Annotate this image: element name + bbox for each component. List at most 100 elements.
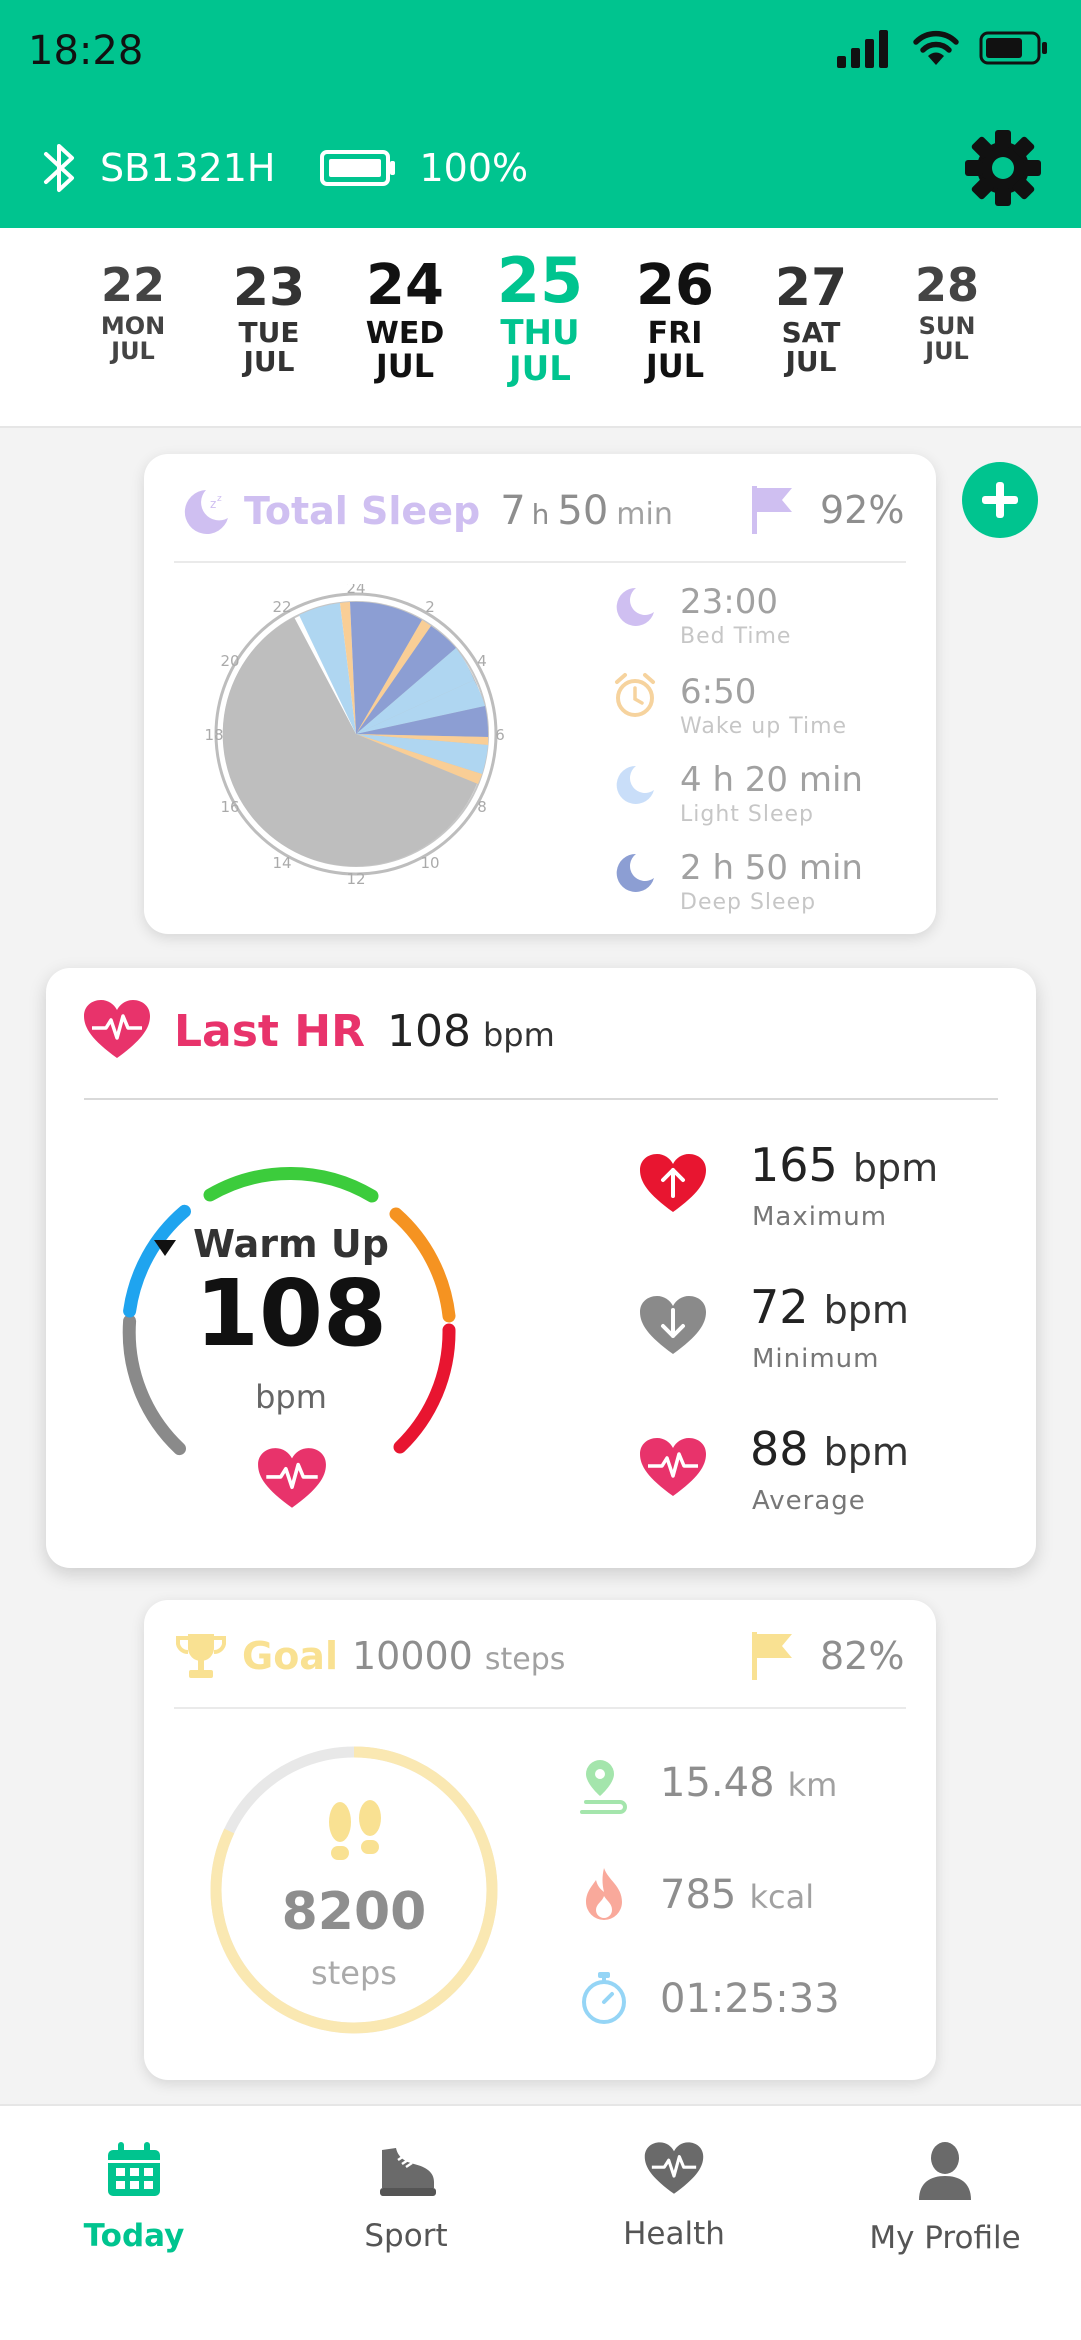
- shoe-icon: [380, 2148, 436, 2196]
- date-number: 23: [232, 258, 306, 318]
- clock-label: 24: [346, 584, 365, 597]
- sleep-title: Total Sleep: [244, 489, 481, 533]
- date-number: 26: [636, 253, 714, 318]
- clock-label: 20: [220, 652, 239, 670]
- device-name: SB1321H: [100, 146, 276, 190]
- date-item[interactable]: 24 WED JUL: [345, 258, 465, 383]
- date-weekday: THU: [500, 313, 580, 353]
- goal-distance: 15.48 km: [660, 1760, 837, 1806]
- date-item[interactable]: 28 SUN JUL: [887, 262, 1007, 364]
- person-icon: [919, 2142, 971, 2200]
- hr-avg-value: 88: [750, 1422, 809, 1476]
- date-month: JUL: [111, 337, 155, 366]
- flame-icon: [586, 1868, 622, 1920]
- status-icons: [837, 28, 1049, 68]
- date-weekday: TUE: [238, 316, 300, 349]
- bed-time-value: 23:00: [680, 582, 778, 622]
- date-item[interactable]: 27 SAT JUL: [751, 262, 871, 377]
- status-time: 18:28: [28, 28, 144, 74]
- clock-label: 2: [425, 598, 435, 616]
- svg-text:z: z: [637, 862, 643, 875]
- deep-moon-icon: z: [616, 853, 654, 892]
- date-weekday: WED: [365, 316, 445, 351]
- sleep-divider: [174, 561, 906, 563]
- hr-max-label: Maximum: [752, 1202, 888, 1232]
- alarm-clock-icon: [615, 673, 655, 717]
- nav-my-profile[interactable]: My Profile: [845, 2140, 1045, 2256]
- date-weekday: FRI: [647, 316, 703, 351]
- goal-summary: Goal 10000 steps: [242, 1634, 565, 1678]
- clock-label: 14: [272, 854, 291, 872]
- sleep-card[interactable]: z z Total Sleep 7 h 50 min 92% 24 2 4 6 …: [144, 454, 936, 934]
- nav-health[interactable]: Health: [574, 2140, 774, 2252]
- hr-title: Last HR: [174, 1006, 365, 1057]
- route-pin-icon: [580, 1760, 627, 1814]
- heart-rate-card[interactable]: Last HR 108 bpm Warm Up 108 bpm 165 bpm …: [46, 968, 1036, 1568]
- hr-avg-unit: bpm: [823, 1430, 909, 1474]
- clock-label: 4: [477, 652, 487, 670]
- date-number: 25: [496, 244, 584, 317]
- sleep-hours-unit: h: [531, 498, 550, 531]
- heart-pulse-icon: [84, 1000, 150, 1058]
- heart-pulse-icon: [258, 1448, 326, 1508]
- date-number: 27: [774, 258, 848, 318]
- device-info[interactable]: SB1321H 100%: [40, 138, 528, 198]
- date-item[interactable]: 23 TUE JUL: [209, 262, 329, 377]
- bottom-nav: Today Sport Health My Profile: [0, 2104, 1081, 2340]
- clock-label: 12: [346, 870, 365, 884]
- clock-label: 22: [272, 598, 291, 616]
- date-number: 24: [366, 253, 444, 318]
- steps-count: 8200: [281, 1882, 427, 1942]
- sleep-card-content: z z Total Sleep 7 h 50 min 92% 24 2 4 6 …: [144, 454, 936, 934]
- distance-value: 15.48: [660, 1760, 775, 1806]
- wifi-icon: [913, 30, 959, 65]
- hr-summary: Last HR 108 bpm: [174, 1006, 555, 1057]
- app-header: 18:28 SB1321H 100%: [0, 0, 1081, 228]
- goal-target: 10000: [351, 1634, 473, 1678]
- trophy-icon: [176, 1634, 226, 1678]
- stopwatch-icon: [582, 1972, 626, 2024]
- hr-gauge-unit: bpm: [255, 1378, 327, 1416]
- date-month: JUL: [645, 346, 705, 385]
- date-month: JUL: [375, 346, 435, 385]
- clock-label: 16: [220, 798, 239, 816]
- date-item[interactable]: 22 MON JUL: [73, 262, 193, 364]
- add-button[interactable]: [962, 462, 1038, 538]
- footsteps-icon: [329, 1800, 381, 1860]
- distance-unit: km: [787, 1766, 838, 1804]
- sleep-minutes: 50: [557, 488, 609, 534]
- date-month: JUL: [925, 337, 969, 366]
- hr-min-value: 72: [750, 1280, 809, 1334]
- duration-value: 01:25:33: [660, 1976, 840, 2022]
- nav-label: Today: [83, 2218, 185, 2254]
- sleep-summary: Total Sleep 7 h 50 min: [244, 488, 673, 534]
- wake-time-value: 6:50: [680, 672, 757, 712]
- nav-sport[interactable]: Sport: [306, 2140, 506, 2254]
- heart-up-icon: [640, 1154, 706, 1212]
- goal-card-content: Goal 10000 steps 82% 8200 steps 15.48 km…: [144, 1600, 936, 2080]
- date-item-selected[interactable]: 25 THU JUL: [480, 250, 600, 387]
- goal-card[interactable]: Goal 10000 steps 82% 8200 steps 15.48 km…: [144, 1600, 936, 2080]
- hr-last-value: 108: [386, 1006, 471, 1057]
- date-weekday: SAT: [781, 316, 841, 349]
- heart-pulse-icon: [644, 2142, 704, 2194]
- goal-percent: 82%: [820, 1634, 905, 1678]
- calories-unit: kcal: [749, 1878, 815, 1916]
- hr-gauge-value: 108: [194, 1260, 388, 1367]
- bed-time-label: Bed Time: [680, 624, 792, 649]
- calories-value: 785: [660, 1872, 737, 1918]
- sleep-clock-chart: 24 2 4 6 8 10 12 14 16 18 20 22: [206, 584, 505, 884]
- date-weekday: SUN: [918, 312, 976, 340]
- goal-target-unit: steps: [484, 1642, 566, 1677]
- nav-today[interactable]: Today: [34, 2140, 234, 2254]
- settings-gear-icon[interactable]: [963, 128, 1043, 208]
- light-sleep-label: Light Sleep: [680, 802, 815, 827]
- date-number: 22: [100, 258, 165, 312]
- date-item[interactable]: 26 FRI JUL: [615, 258, 735, 383]
- heart-down-icon: [640, 1296, 706, 1354]
- goal-calories: 785 kcal: [660, 1872, 814, 1918]
- calendar-icon: [108, 2142, 160, 2196]
- clock-label: 18: [206, 726, 224, 744]
- hr-divider: [84, 1098, 998, 1100]
- steps-unit: steps: [311, 1954, 397, 1992]
